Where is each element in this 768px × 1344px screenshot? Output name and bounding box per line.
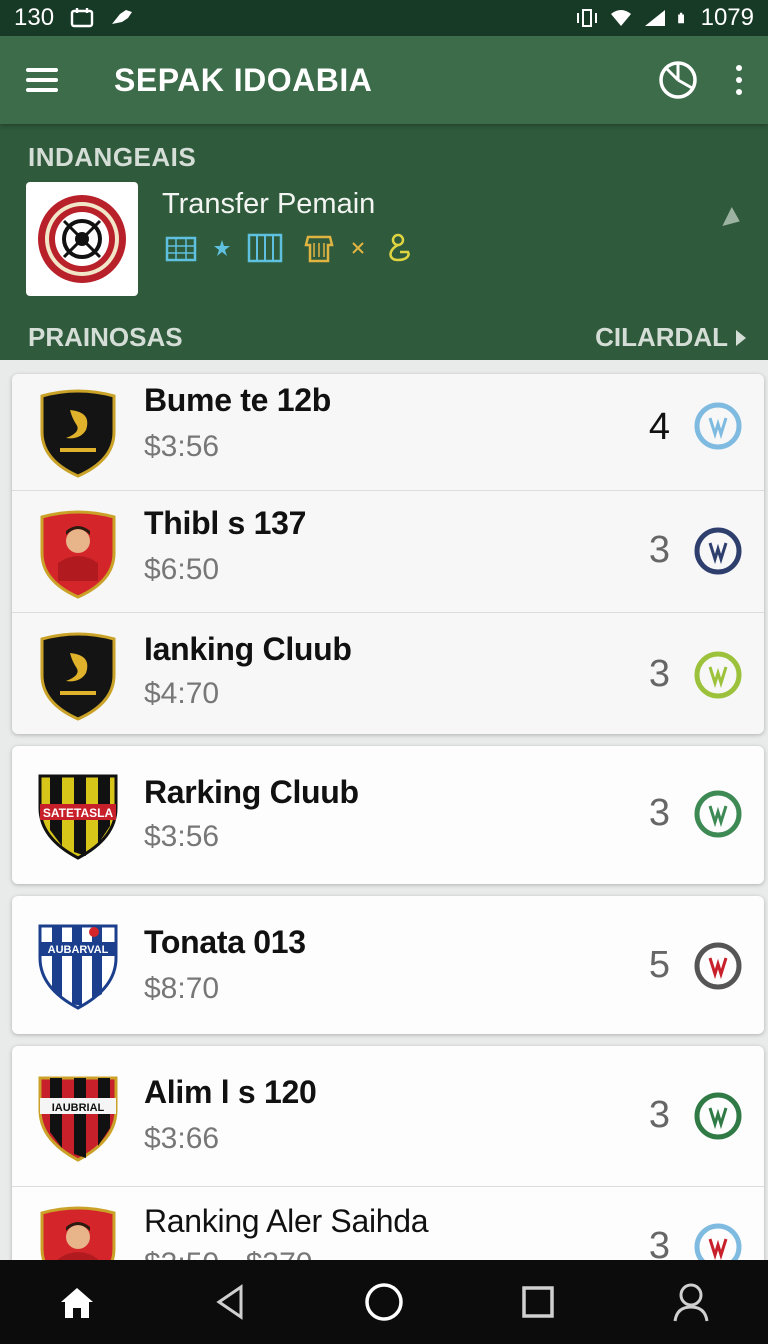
club-row[interactable]: Ianking Cluub $4:70 3 bbox=[12, 612, 764, 734]
goal-net-icon bbox=[165, 236, 197, 262]
club-price: $8:70 bbox=[144, 972, 220, 1005]
club-rank: 3 bbox=[648, 653, 670, 695]
status-time-right: 1079 bbox=[700, 4, 754, 31]
club-list: Bume te 12b $3:56 4 Thibl s 137 $6:50 3 … bbox=[0, 360, 768, 1260]
club-rank: 3 bbox=[648, 1225, 670, 1260]
back-triangle-icon bbox=[216, 1284, 243, 1320]
club-rank: 3 bbox=[648, 792, 670, 834]
recents-button[interactable] bbox=[513, 1277, 563, 1327]
club-row[interactable]: Bume te 12b $3:56 4 bbox=[12, 374, 764, 490]
club-name: Ianking Cluub bbox=[144, 631, 352, 667]
feature-club-logo[interactable] bbox=[26, 182, 138, 296]
star-icon bbox=[214, 240, 230, 256]
more-options-icon[interactable] bbox=[736, 65, 742, 95]
feature-panel: INDANGEAIS Transfer Pemain PRAINOSAS CIL… bbox=[0, 124, 768, 360]
crest-text: AUBARVAL bbox=[48, 944, 109, 956]
club-rank: 3 bbox=[648, 529, 670, 571]
status-badge-icon[interactable] bbox=[694, 651, 742, 699]
club-rank: 5 bbox=[648, 944, 670, 986]
club-price: $3:66 bbox=[144, 1122, 220, 1155]
status-badge-icon[interactable] bbox=[694, 1223, 742, 1260]
stats-icon[interactable] bbox=[658, 60, 698, 100]
club-price: $3:56 bbox=[144, 820, 220, 853]
crest-text: SATETASLA bbox=[43, 806, 114, 820]
club-name: Ranking Aler Saihda bbox=[144, 1203, 429, 1239]
chevron-right-icon bbox=[736, 329, 746, 346]
club-group-card: Bume te 12b $3:56 4 Thibl s 137 $6:50 3 … bbox=[12, 374, 764, 734]
list-header-link[interactable]: CILARDAL bbox=[595, 322, 746, 353]
club-card[interactable]: AUBARVAL Tonata 013 $8:70 5 bbox=[12, 896, 764, 1034]
wifi-icon bbox=[610, 10, 631, 26]
crest-red-black-icon: IAUBRIAL bbox=[38, 1076, 118, 1162]
club-price: $3:50 · $370 bbox=[144, 1247, 312, 1260]
club-card[interactable]: IAUBRIAL Alim l s 120 $3:66 3 Ranking Al… bbox=[12, 1046, 764, 1260]
whistle-icon bbox=[389, 233, 410, 262]
battery-icon bbox=[677, 12, 684, 24]
calendar-icon bbox=[70, 8, 94, 28]
club-card[interactable]: SATETASLA Rarking Cluub $3:56 3 bbox=[12, 746, 764, 884]
home-circle-button[interactable] bbox=[359, 1277, 409, 1327]
club-name: Bume te 12b bbox=[144, 382, 331, 418]
status-badge-icon[interactable] bbox=[694, 942, 742, 990]
crest-blue-white-icon: AUBARVAL bbox=[38, 924, 118, 1010]
feature-title[interactable]: Transfer Pemain bbox=[162, 188, 375, 221]
cross-icon bbox=[352, 242, 364, 254]
bird-icon bbox=[112, 10, 133, 24]
club-name: Rarking Cluub bbox=[144, 774, 359, 810]
club-price: $3:56 bbox=[144, 430, 220, 463]
pointer-arrow-icon[interactable] bbox=[718, 205, 740, 227]
home-icon bbox=[60, 1288, 93, 1318]
crest-red-player-icon bbox=[40, 1206, 116, 1260]
club-name: Tonata 013 bbox=[144, 924, 306, 960]
app-bar: SEPAK IDOABIA bbox=[0, 36, 768, 124]
club-price: $4:70 bbox=[144, 677, 220, 710]
section-label: INDANGEAIS bbox=[28, 142, 197, 172]
club-rank: 4 bbox=[648, 406, 670, 448]
home-circle-icon bbox=[365, 1283, 403, 1321]
club-seal-icon bbox=[38, 195, 126, 283]
bottom-nav-bar bbox=[0, 1260, 768, 1344]
crest-black-gold-icon bbox=[40, 389, 116, 478]
home-button[interactable] bbox=[52, 1277, 102, 1327]
recents-square-icon bbox=[521, 1286, 554, 1318]
crest-black-gold-icon bbox=[40, 632, 116, 721]
club-price: $6:50 bbox=[144, 553, 220, 586]
menu-icon[interactable] bbox=[26, 68, 58, 92]
status-badge-icon[interactable] bbox=[694, 790, 742, 838]
status-badge-icon[interactable] bbox=[694, 402, 742, 450]
club-name: Alim l s 120 bbox=[144, 1074, 317, 1110]
status-time-left: 130 bbox=[14, 4, 55, 31]
status-bar: 130 1079 bbox=[0, 0, 768, 36]
status-badge-icon[interactable] bbox=[694, 1092, 742, 1140]
signal-icon bbox=[644, 10, 665, 26]
club-row[interactable]: IAUBRIAL Alim l s 120 $3:66 3 bbox=[12, 1046, 764, 1186]
list-header-link-label: CILARDAL bbox=[595, 322, 728, 352]
profile-button[interactable] bbox=[666, 1277, 716, 1327]
list-section-label: PRAINOSAS bbox=[28, 322, 183, 352]
app-title: SEPAK IDOABIA bbox=[114, 61, 373, 98]
club-row[interactable]: Ranking Aler Saihda $3:50 · $370 3 bbox=[12, 1186, 764, 1260]
club-row[interactable]: Thibl s 137 $6:50 3 bbox=[12, 490, 764, 612]
jersey-icon bbox=[304, 235, 334, 263]
crest-text: IAUBRIAL bbox=[52, 1102, 105, 1114]
back-button[interactable] bbox=[205, 1277, 255, 1327]
profile-icon bbox=[673, 1283, 709, 1322]
status-badge-icon[interactable] bbox=[694, 527, 742, 575]
club-row[interactable]: AUBARVAL Tonata 013 $8:70 5 bbox=[12, 896, 764, 1034]
club-rank: 3 bbox=[648, 1094, 670, 1136]
vibrate-icon bbox=[576, 9, 597, 27]
club-row[interactable]: SATETASLA Rarking Cluub $3:56 3 bbox=[12, 746, 764, 884]
crest-black-yellow-icon: SATETASLA bbox=[38, 774, 118, 860]
feature-icon-row bbox=[164, 230, 416, 266]
gate-icon bbox=[247, 233, 283, 263]
club-name: Thibl s 137 bbox=[144, 505, 307, 541]
crest-red-player-icon bbox=[40, 510, 116, 599]
